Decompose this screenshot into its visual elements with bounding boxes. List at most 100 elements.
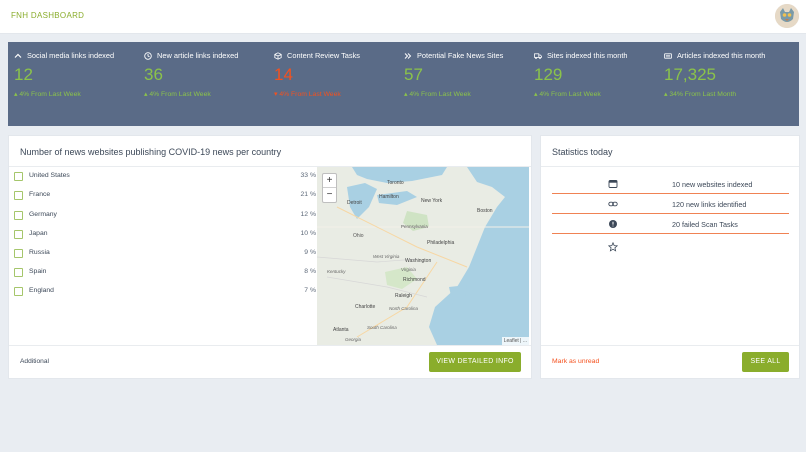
top-bar: FNH DASHBOARD	[0, 0, 806, 34]
stat-content-review: Content Review Tasks 14 ▾ 4% From Last W…	[274, 51, 402, 98]
statistics-item: 120 new links identified	[552, 196, 789, 214]
map-label: New York	[421, 198, 443, 204]
map-label: Washington	[405, 258, 432, 264]
map-label: Hamilton	[379, 194, 399, 200]
card-title: Statistics today	[552, 147, 613, 157]
list-item: France 21 %	[14, 190, 316, 202]
map-zoom-control: + −	[322, 173, 337, 203]
star-icon[interactable]	[608, 242, 618, 252]
card-title: Number of news websites publishing COVID…	[20, 147, 282, 157]
stat-fake-news-sites: Potential Fake News Sites 57 ▴ 4% From L…	[404, 51, 532, 98]
countries-card: Number of news websites publishing COVID…	[8, 135, 532, 379]
stat-change: ▴ 4% From Last Week	[534, 91, 601, 98]
double-chevron-right-icon	[404, 52, 412, 59]
stat-value: 129	[534, 65, 563, 84]
statistics-text: 120 new links identified	[672, 200, 747, 209]
app-title[interactable]: FNH DASHBOARD	[11, 11, 84, 20]
country-percent: 33 %	[300, 172, 317, 179]
truck-icon	[534, 52, 542, 59]
card-divider	[541, 345, 799, 346]
country-checkbox[interactable]	[14, 172, 23, 181]
country-percent: 8 %	[304, 268, 316, 275]
map-label: West Virginia	[373, 254, 400, 259]
list-item: England 7 %	[14, 286, 316, 298]
list-item: Japan 10 %	[14, 229, 316, 241]
stat-value: 17,325	[664, 65, 716, 84]
map-label: Philadelphia	[427, 240, 455, 246]
avatar[interactable]	[775, 4, 799, 28]
zoom-in-button[interactable]: +	[323, 174, 336, 188]
stat-value: 36	[144, 65, 163, 84]
country-checkbox[interactable]	[14, 211, 23, 220]
country-percent: 12 %	[300, 211, 317, 218]
map-label: Atlanta	[333, 327, 349, 333]
chevron-up-icon	[14, 53, 22, 58]
clock-icon	[144, 51, 152, 60]
stat-change: ▴ 4% From Last Week	[404, 91, 471, 98]
map-label: Richmond	[403, 277, 426, 283]
view-detailed-info-button[interactable]: VIEW DETAILED INFO	[429, 352, 521, 372]
map-label: Virginia	[401, 267, 416, 272]
country-name: Russia	[29, 249, 50, 256]
country-percent: 7 %	[304, 287, 316, 294]
stat-label: Content Review Tasks	[287, 51, 360, 60]
alert-circle-icon	[609, 220, 617, 228]
country-name: Germany	[29, 211, 57, 218]
list-item: Russia 9 %	[14, 248, 316, 260]
country-checkbox[interactable]	[14, 249, 23, 258]
stat-label: Potential Fake News Sites	[417, 51, 504, 60]
country-checkbox[interactable]	[14, 230, 23, 239]
country-percent: 9 %	[304, 249, 316, 256]
map-label: South Carolina	[367, 325, 397, 330]
list-item: Spain 8 %	[14, 267, 316, 279]
country-name: Japan	[29, 230, 48, 237]
country-name: France	[29, 191, 51, 198]
country-checkbox[interactable]	[14, 268, 23, 277]
card-divider	[9, 345, 531, 346]
stat-value: 14	[274, 65, 293, 84]
map-label: Charlotte	[355, 304, 376, 310]
keyboard-icon	[664, 52, 672, 59]
stat-label: Social media links indexed	[27, 51, 115, 60]
additional-label: Additional	[20, 358, 49, 365]
stat-change: ▴ 4% From Last Week	[144, 91, 211, 98]
statistics-item	[552, 239, 789, 257]
statistics-card: Statistics today 10 new websites indexed…	[540, 135, 800, 379]
map-attribution[interactable]: Leaflet | ...	[501, 337, 529, 345]
zoom-out-button[interactable]: −	[323, 188, 336, 202]
country-checkbox[interactable]	[14, 191, 23, 200]
country-checkbox[interactable]	[14, 287, 23, 296]
link-icon	[608, 201, 618, 207]
see-all-button[interactable]: SEE ALL	[742, 352, 789, 372]
statistics-item: 20 failed Scan Tasks	[552, 216, 789, 234]
stat-change: ▾ 4% From Last Week	[274, 91, 341, 98]
map-label: Toronto	[387, 180, 404, 186]
map-tiles	[317, 167, 529, 345]
statistics-text: 10 new websites indexed	[672, 180, 753, 189]
stat-articles-indexed: Articles indexed this month 17,325 ▴ 34%…	[664, 51, 792, 98]
statistics-item: 10 new websites indexed	[552, 176, 789, 194]
stat-sites-indexed: Sites indexed this month 129 ▴ 4% From L…	[534, 51, 662, 98]
map-label: Boston	[477, 208, 493, 214]
map-label: Georgia	[345, 337, 362, 342]
map[interactable]: Toronto Hamilton Detroit New York Boston…	[317, 167, 529, 345]
window-icon	[608, 180, 618, 188]
stats-band: Social media links indexed 12 ▴ 4% From …	[8, 42, 799, 126]
stat-article-links: New article links indexed 36 ▴ 4% From L…	[144, 51, 272, 98]
map-label: Pennsylvania	[401, 224, 428, 229]
stat-label: New article links indexed	[157, 51, 239, 60]
card-divider	[541, 166, 799, 167]
stat-value: 12	[14, 65, 33, 84]
map-label: North Carolina	[389, 306, 419, 311]
stat-change: ▴ 4% From Last Week	[14, 91, 81, 98]
country-name: Spain	[29, 268, 47, 275]
country-name: United States	[29, 172, 70, 179]
stat-label: Articles indexed this month	[677, 51, 766, 60]
statistics-text: 20 failed Scan Tasks	[672, 220, 738, 229]
map-label: Raleigh	[395, 293, 412, 299]
map-label: Ohio	[353, 233, 364, 239]
list-item: United States 33 %	[14, 171, 316, 183]
stat-label: Sites indexed this month	[547, 51, 628, 60]
mark-as-unread-link[interactable]: Mark as unread	[552, 358, 599, 365]
map-label: Detroit	[347, 200, 362, 206]
